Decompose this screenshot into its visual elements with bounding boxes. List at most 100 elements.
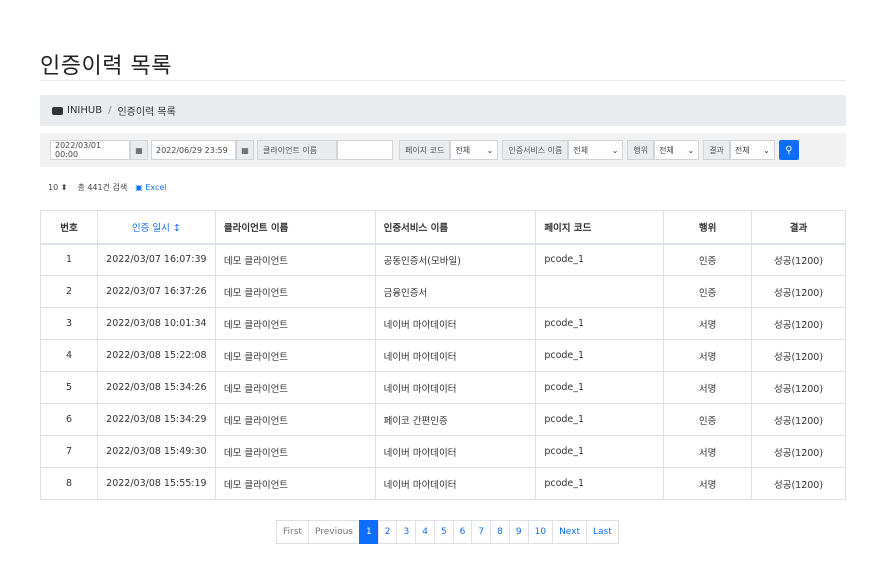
page-title: 인증이력 목록 — [40, 54, 172, 79]
total-count: 총 441건 검색 — [77, 183, 128, 192]
table-row[interactable]: 3 2022/03/08 10:01:34 데모 클라이언트 네이버 마이데이터 pco… — [40, 307, 846, 340]
pagination-previous[interactable]: Previous — [307, 520, 360, 544]
cell-auth-time: 2022/03/08 15:22:08 — [96, 339, 216, 372]
table-row[interactable]: 7 2022/03/08 15:49:30 데모 클라이언트 네이버 마이데이터 pco… — [40, 435, 846, 468]
page-size-select[interactable]: 10 ⬍ — [48, 183, 67, 192]
header-result: 결과 — [751, 210, 846, 245]
cell-page-code: pcode_1 — [535, 371, 665, 404]
page-code-value: 전체 — [455, 145, 471, 155]
cell-auth-time: 2022/03/08 10:01:34 — [96, 307, 216, 340]
title-divider — [40, 80, 846, 81]
cell-service-name: 네이버 마이데이터 — [374, 339, 537, 372]
header-client-name: 클라이언트 이름 — [214, 210, 376, 245]
cell-service-name: 공동인증서(모바일) — [374, 243, 537, 276]
start-date-input[interactable]: 2022/03/01 00:00 — [50, 140, 130, 160]
search-icon: ⚲ — [785, 144, 793, 156]
cell-number: 5 — [40, 371, 98, 404]
excel-icon: ▣ — [135, 183, 146, 192]
table-row[interactable]: 1 2022/03/07 16:07:39 데모 클라이언트 공동인증서(모바일) pc… — [40, 243, 846, 276]
client-name-label: 클라이언트 이름 — [257, 140, 337, 160]
cell-auth-time: 2022/03/08 15:49:30 — [96, 435, 216, 468]
cell-result: 성공(1200) — [751, 275, 846, 308]
cell-number: 2 — [40, 275, 98, 308]
chevron-down-icon: ⌄ — [486, 145, 494, 155]
cell-page-code: pcode_1 — [535, 403, 665, 436]
pagination-page[interactable]: 10 — [527, 520, 554, 544]
end-date-input[interactable]: 2022/06/29 23:59 — [151, 140, 236, 160]
cell-result: 성공(1200) — [751, 307, 846, 340]
sort-caret-icon: ⬍ — [60, 183, 68, 192]
pagination-page[interactable]: 3 — [396, 520, 417, 544]
breadcrumb-home[interactable]: INIHUB — [67, 105, 102, 116]
pagination-next[interactable]: Next — [552, 520, 588, 544]
service-name-select[interactable]: 전체 ⌄ — [568, 140, 624, 160]
breadcrumb-current: 인증이력 목록 — [117, 107, 176, 118]
pagination-page[interactable]: 4 — [415, 520, 435, 544]
cell-page-code — [535, 275, 665, 308]
service-name-label: 인증서비스 이름 — [502, 140, 569, 160]
page-code-select[interactable]: 전체 ⌄ — [450, 140, 499, 160]
pagination-last[interactable]: Last — [586, 520, 619, 544]
cell-number: 1 — [40, 243, 98, 276]
cell-page-code: pcode_1 — [535, 307, 665, 340]
header-auth-time[interactable]: 인증 일시 ↕ — [96, 210, 216, 245]
cell-client-name: 데모 클라이언트 — [214, 371, 376, 404]
action-select[interactable]: 전체 ⌄ — [654, 140, 700, 160]
calendar-icon[interactable]: ▦ — [236, 140, 254, 160]
chevron-down-icon: ⌄ — [763, 145, 770, 155]
cell-service-name: 네이버 마이데이터 — [374, 435, 537, 468]
page-code-label: 페이지 코드 — [399, 140, 451, 160]
action-value: 전체 — [659, 145, 674, 155]
client-name-input[interactable] — [337, 140, 393, 160]
table-body: 1 2022/03/07 16:07:39 데모 클라이언트 공동인증서(모바일) pc… — [40, 243, 846, 500]
table-row[interactable]: 8 2022/03/08 15:55:19 데모 클라이언트 네이버 마이데이터 pco… — [40, 467, 846, 500]
result-label: 결과 — [703, 140, 730, 160]
excel-button[interactable]: ▣ Excel — [135, 183, 166, 192]
pagination-page[interactable]: 8 — [490, 520, 510, 544]
table-row[interactable]: 6 2022/03/08 15:34:29 데모 클라이언트 페이코 간편인증 pcod… — [40, 403, 846, 436]
pagination-page[interactable]: 2 — [377, 520, 398, 544]
cell-action: 서명 — [663, 467, 753, 500]
cell-auth-time: 2022/03/08 15:55:19 — [96, 467, 216, 500]
cell-auth-time: 2022/03/07 16:07:39 — [96, 243, 216, 276]
cell-service-name: 페이코 간편인증 — [374, 403, 537, 436]
table-tools: 10 ⬍ 총 441건 검색 ▣ Excel — [48, 182, 167, 193]
cell-result: 성공(1200) — [751, 339, 846, 372]
pagination-first[interactable]: First — [276, 520, 309, 544]
pagination-page[interactable]: 6 — [452, 520, 473, 544]
cell-client-name: 데모 클라이언트 — [214, 339, 376, 372]
cell-service-name: 네이버 마이데이터 — [374, 371, 537, 404]
pagination-page[interactable]: 5 — [433, 520, 454, 544]
cell-action: 인증 — [663, 403, 753, 436]
page-size-value: 10 — [48, 183, 59, 192]
cell-client-name: 데모 클라이언트 — [214, 243, 376, 276]
header-number: 번호 — [40, 210, 98, 245]
table-row[interactable]: 2 2022/03/07 16:37:26 데모 클라이언트 금융인증서 인증 성공(12… — [40, 275, 846, 308]
cell-number: 3 — [40, 307, 98, 340]
cell-result: 성공(1200) — [751, 467, 846, 500]
calendar-icon[interactable]: ▦ — [130, 140, 148, 160]
pagination-page[interactable]: 9 — [508, 520, 529, 544]
cell-action: 서명 — [663, 435, 753, 468]
cell-page-code: pcode_1 — [535, 339, 665, 372]
cell-service-name: 금융인증서 — [374, 275, 537, 308]
table-row[interactable]: 4 2022/03/08 15:22:08 데모 클라이언트 네이버 마이데이터 pco… — [40, 339, 846, 372]
cell-number: 6 — [40, 403, 98, 436]
service-name-value: 전체 — [573, 145, 589, 155]
cell-action: 인증 — [663, 275, 753, 308]
cell-client-name: 데모 클라이언트 — [214, 467, 376, 500]
pagination-page[interactable]: 1 — [359, 520, 379, 544]
book-icon — [52, 106, 64, 116]
result-select[interactable]: 전체 ⌄ — [729, 140, 775, 160]
pagination-page[interactable]: 7 — [471, 520, 492, 544]
table-header-row: 번호 인증 일시 ↕ 클라이언트 이름 인증서비스 이름 페이지 코드 행위 결과 — [40, 210, 846, 245]
cell-auth-time: 2022/03/07 16:37:26 — [96, 275, 216, 308]
table-row[interactable]: 5 2022/03/08 15:34:26 데모 클라이언트 네이버 마이데이터 pco… — [40, 371, 846, 404]
cell-service-name: 네이버 마이데이터 — [374, 307, 537, 340]
cell-action: 서명 — [663, 339, 753, 372]
cell-number: 7 — [40, 435, 98, 468]
cell-result: 성공(1200) — [751, 371, 846, 404]
header-action: 행위 — [663, 210, 753, 245]
search-button[interactable]: ⚲ — [778, 140, 799, 160]
cell-action: 서명 — [663, 371, 753, 404]
